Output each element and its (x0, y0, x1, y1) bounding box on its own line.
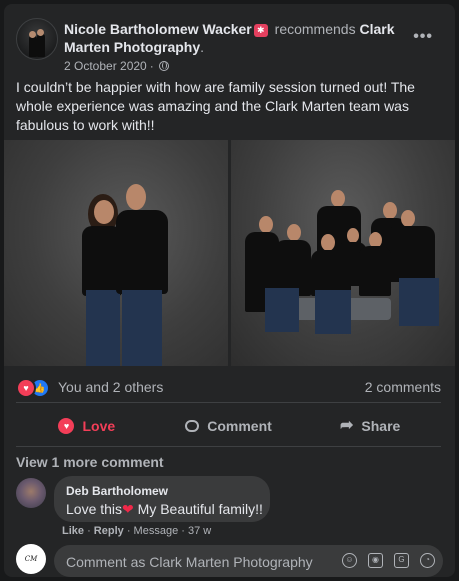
photo-figure (116, 210, 168, 294)
comment-text-part: Love this (66, 501, 123, 517)
comment-composer[interactable]: Comment as Clark Marten Photography ☺ ◉ … (54, 545, 443, 577)
share-icon: ➦ (340, 417, 354, 434)
comment-like-link[interactable]: Like (62, 525, 84, 537)
comment-reply-link[interactable]: Reply (94, 525, 124, 537)
photo-face (401, 210, 415, 227)
comment-button[interactable]: Comment (158, 409, 300, 443)
comments-count[interactable]: 2 comments (365, 379, 441, 395)
post-meta: 2 October 2020 · (64, 59, 169, 73)
share-button[interactable]: ➦ Share (299, 409, 441, 443)
comment-message-link[interactable]: Message (134, 525, 179, 537)
recommend-badge-icon: ✱ (253, 24, 268, 37)
comment-text: Love this❤ My Beautiful family!! (66, 501, 263, 518)
post-actions: ♥ Love Comment ➦ Share (16, 409, 441, 443)
post-card: Nicole Bartholomew Wacker ✱ recommends Cl… (4, 4, 455, 577)
gif-icon[interactable]: G (394, 553, 409, 568)
divider (16, 446, 441, 447)
commenter-avatar[interactable] (16, 478, 46, 508)
author-name[interactable]: Nicole Bartholomew Wacker (64, 21, 252, 37)
comment-icon (185, 420, 200, 432)
photo-face (321, 234, 335, 251)
share-button-label: Share (361, 418, 401, 434)
heart-emoji-icon: ❤ (122, 501, 134, 517)
photo-face (259, 216, 273, 233)
love-reaction-icon: ♥ (16, 378, 36, 398)
page-name-suffix: . (200, 39, 205, 55)
view-more-comments-link[interactable]: View 1 more comment (16, 454, 164, 470)
divider (16, 402, 441, 403)
page-avatar[interactable]: CM (16, 544, 46, 574)
photo-face (126, 184, 146, 210)
photo-jeans (265, 288, 299, 332)
photo-face (383, 202, 397, 219)
reactions-bar: ♥ 👍 You and 2 others 2 comments (16, 376, 441, 398)
composer-tools: ☺ ◉ G ◔ (342, 553, 435, 568)
globe-icon[interactable] (158, 61, 169, 71)
comment-author[interactable]: Deb Bartholomew (66, 484, 168, 498)
comment-age[interactable]: 37 w (188, 525, 211, 537)
comment-button-label: Comment (207, 418, 272, 434)
avatar-figure-head (29, 31, 36, 38)
photo-face (287, 224, 301, 241)
emoji-icon[interactable]: ☺ (342, 553, 357, 568)
avatar-figure (29, 35, 37, 57)
more-options-icon[interactable]: ••• (413, 28, 433, 46)
recommends-text: recommends (274, 21, 356, 37)
comment-bubble: Deb Bartholomew Love this❤ My Beautiful … (54, 476, 270, 522)
photo-jeans (86, 290, 120, 366)
avatar-figure-head (37, 29, 44, 36)
avatar-figure (37, 33, 45, 57)
camera-icon[interactable]: ◉ (368, 553, 383, 568)
comment-actions: Like · Reply · Message · 37 w (62, 525, 212, 537)
reactions-summary[interactable]: You and 2 others (58, 379, 163, 395)
meta-separator: · (149, 59, 154, 73)
love-button-label: Love (82, 418, 116, 434)
author-avatar[interactable] (16, 18, 58, 60)
post-photos (4, 140, 455, 366)
reaction-icons[interactable]: ♥ 👍 (16, 378, 52, 398)
post-title-line: Nicole Bartholomew Wacker ✱ recommends Cl… (64, 20, 434, 56)
comment-text-part: My Beautiful family!! (133, 501, 263, 517)
love-icon: ♥ (58, 418, 75, 434)
post-body: I couldn’t be happier with how are famil… (16, 79, 415, 133)
photo-jeans (122, 290, 162, 366)
photo-face (347, 228, 359, 243)
post-date[interactable]: 2 October 2020 (64, 59, 147, 73)
sticker-icon[interactable]: ◔ (420, 553, 435, 568)
composer-placeholder: Comment as Clark Marten Photography (66, 554, 313, 570)
photo-face (331, 190, 345, 207)
photo-couple[interactable] (4, 140, 228, 366)
photo-family[interactable] (231, 140, 455, 366)
photo-figure (359, 246, 391, 296)
love-button[interactable]: ♥ Love (16, 409, 158, 443)
photo-face (94, 200, 114, 224)
photo-jeans (399, 278, 439, 326)
post-header: Nicole Bartholomew Wacker ✱ recommends Cl… (16, 18, 441, 73)
photo-figure (387, 226, 435, 282)
photo-jeans (315, 290, 351, 334)
